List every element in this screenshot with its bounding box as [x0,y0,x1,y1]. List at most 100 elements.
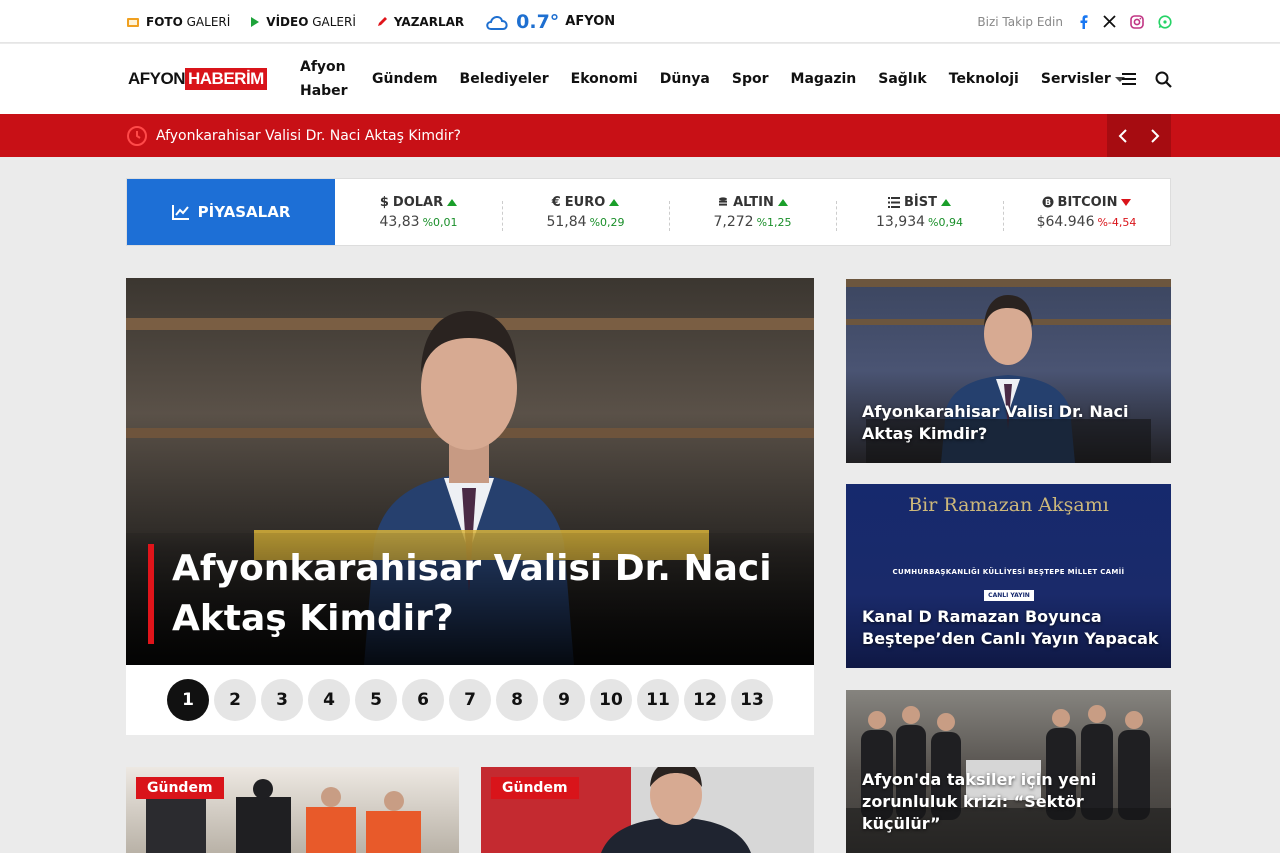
ramazan-subtitle: CUMHURBAŞKANLIĞI KÜLLİYESİ BEŞTEPE MİLLE… [892,568,1125,576]
site-logo[interactable]: AFYON HABERİM [128,68,267,90]
slider-page-6[interactable]: 6 [402,679,444,721]
arrow-up-icon [777,198,788,206]
yazarlar-label: YAZARLAR [393,14,465,29]
market-item-euro[interactable]: € EURO 51,84 %0,29 [502,194,669,231]
nav-item-ekonomi[interactable]: Ekonomi [571,71,638,87]
chart-line-icon [171,205,189,220]
ramazan-heading: Bir Ramazan Akşamı [908,494,1109,516]
breaking-news-item[interactable]: Afyonkarahisar Valisi Dr. Naci Aktaş Kim… [126,114,461,157]
search-icon[interactable] [1155,71,1172,88]
markets-list: $ DOLAR 43,83 %0,01 € EURO 51,84 %0,29 ALTIN… [335,179,1170,245]
slider-page-10[interactable]: 10 [590,679,632,721]
news-card[interactable]: Gündem [481,767,814,853]
nav-item-dunya[interactable]: Dünya [660,71,710,87]
arrow-up-icon [447,198,458,206]
weather-widget: 0.7° AFYON [484,11,615,33]
breaking-news-bar: Afyonkarahisar Valisi Dr. Naci Aktaş Kim… [0,114,1280,157]
list-icon [888,196,900,208]
category-badge[interactable]: Gündem [136,777,224,799]
slider-pagination: 1 2 3 4 5 6 7 8 9 10 11 12 13 [126,665,814,735]
foto-galeri-label: GALERİ [186,14,231,29]
news-card[interactable]: Gündem [126,767,459,853]
video-galeri-link[interactable]: VİDEO GALERİ [250,15,356,29]
nav-item-gundem[interactable]: Gündem [372,71,438,87]
headline-slider[interactable]: Afyonkarahisar Valisi Dr. Naci Aktaş Kim… [126,278,814,665]
nav-item-saglik[interactable]: Sağlık [878,71,926,87]
markets-title[interactable]: PİYASALAR [127,179,335,245]
yazarlar-link[interactable]: YAZARLAR [376,15,464,29]
market-value: 51,84 [546,213,587,230]
market-value: 7,272 [713,213,754,230]
nav-item-belediyeler[interactable]: Belediyeler [460,71,549,87]
nav-item-afyon-haber[interactable]: Afyon Haber [300,55,350,103]
market-change: %0,01 [422,215,458,229]
slider-page-8[interactable]: 8 [496,679,538,721]
market-name: EURO [564,194,606,210]
market-item-dolar[interactable]: $ DOLAR 43,83 %0,01 [335,195,502,230]
top-bar: FOTO GALERİ VİDEO GALERİ YAZARLAR 0.7° A… [0,0,1280,43]
weather-city: AFYON [565,14,616,29]
menu-icon[interactable] [1121,72,1137,86]
side-news-card[interactable]: Bir Ramazan Akşamı CUMHURBAŞKANLIĞI KÜLL… [846,484,1171,668]
market-item-bitcoin[interactable]: B BITCOIN $64.946 %-4,54 [1003,195,1170,231]
chevron-left-icon [1118,128,1127,143]
breaking-prev-button[interactable] [1107,114,1139,157]
slider-page-13[interactable]: 13 [731,679,773,721]
nav-item-magazin[interactable]: Magazin [791,71,857,87]
foto-galeri-link[interactable]: FOTO GALERİ [126,15,230,29]
instagram-icon[interactable] [1130,14,1144,29]
coins-icon [719,197,728,206]
slider-page-2[interactable]: 2 [214,679,256,721]
social-area: Bizi Takip Edin [977,0,1172,43]
slider-page-3[interactable]: 3 [261,679,303,721]
slider-page-7[interactable]: 7 [449,679,491,721]
markets-widget: PİYASALAR $ DOLAR 43,83 %0,01 € EURO 51,84%… [126,178,1171,246]
slider-page-11[interactable]: 11 [637,679,679,721]
market-value: 13,934 [876,213,926,230]
market-name: ALTIN [733,194,774,210]
side-news-title: Kanal D Ramazan Boyunca Beştepe’den Canl… [862,607,1159,648]
nav-item-teknoloji[interactable]: Teknoloji [949,71,1019,87]
whatsapp-icon[interactable] [1158,14,1172,29]
side-news-card[interactable]: Afyonkarahisar Valisi Dr. Naci Aktaş Kim… [846,279,1171,463]
main-header: AFYON HABERİM Afyon Haber Gündem Belediye… [0,44,1280,114]
slider-page-4[interactable]: 4 [308,679,350,721]
markets-title-label: PİYASALAR [197,203,291,221]
category-badge[interactable]: Gündem [491,777,579,799]
market-value: 43,83 [379,213,420,230]
slider-page-1[interactable]: 1 [167,679,209,721]
bitcoin-icon: B [1042,196,1054,208]
market-change: %0,94 [928,215,963,229]
euro-icon: € [551,194,561,210]
side-news-card[interactable]: Afyon'da taksiler için yeni zorunluluk k… [846,690,1171,853]
market-item-altin[interactable]: ALTIN 7,272 %1,25 [669,194,836,231]
follow-text: Bizi Takip Edin [977,14,1063,29]
nav-item-spor[interactable]: Spor [732,71,769,87]
nav-servisler-label: Servisler [1040,71,1111,87]
breaking-next-button[interactable] [1139,114,1171,157]
social-links [1079,14,1172,29]
dollar-icon: $ [379,194,389,210]
header-icons [1121,44,1172,114]
slider-headline[interactable]: Afyonkarahisar Valisi Dr. Naci Aktaş Kim… [172,544,792,644]
market-value: $64.946 [1036,213,1095,230]
slider-page-12[interactable]: 12 [684,679,726,721]
nav-item-servisler[interactable]: Servisler [1041,71,1125,87]
x-twitter-icon[interactable] [1103,15,1116,28]
play-icon [251,16,260,27]
market-item-bist[interactable]: BİST 13,934 %0,94 [836,195,1003,231]
market-name: DOLAR [392,194,444,210]
top-links: FOTO GALERİ VİDEO GALERİ YAZARLAR 0.7° A… [126,0,615,43]
main-nav: Afyon Haber Gündem Belediyeler Ekonomi D… [300,44,1125,114]
arrow-up-icon [940,198,951,206]
side-news-title: Afyonkarahisar Valisi Dr. Naci Aktaş Kim… [862,402,1129,443]
photo-gallery-icon [127,17,139,27]
slider-page-9[interactable]: 9 [543,679,585,721]
slider-page-5[interactable]: 5 [355,679,397,721]
live-badge: CANLI YAYIN [984,590,1034,601]
facebook-icon[interactable] [1079,14,1089,29]
market-change: %0,29 [589,215,625,229]
weather-temperature: 0.7° [516,10,560,33]
clock-icon [127,125,147,146]
arrow-down-icon [1121,198,1132,206]
